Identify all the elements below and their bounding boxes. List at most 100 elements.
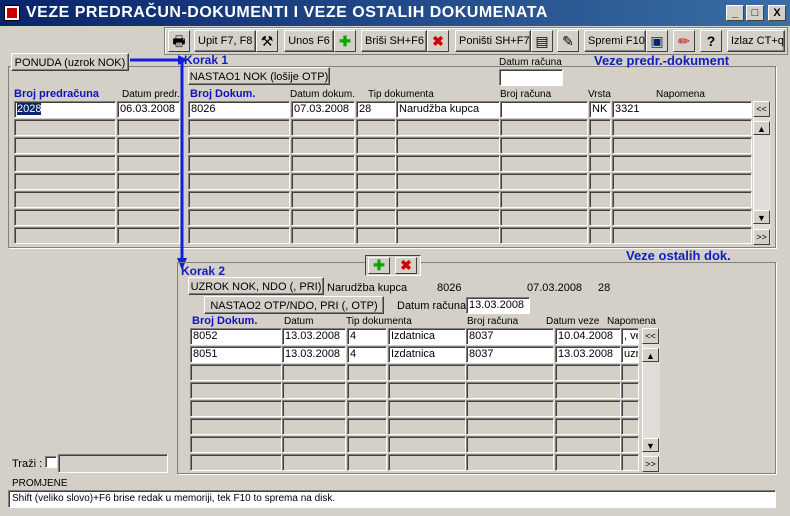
- first-record-icon-2[interactable]: <<: [642, 328, 659, 344]
- grid-cell-broj_pred[interactable]: [14, 137, 116, 154]
- query-button[interactable]: Upit F7, F8: [194, 30, 256, 52]
- grid2-cell-napomena[interactable]: uzr: [621, 346, 639, 363]
- grid-cell-broj_pred[interactable]: [14, 191, 116, 208]
- grid2-cell-tip[interactable]: [388, 364, 466, 381]
- exit-button[interactable]: Izlaz CT+q: [727, 30, 785, 52]
- cancel-form-icon[interactable]: ▤: [531, 30, 553, 52]
- grid2-cell-datum[interactable]: 13.03.2008: [282, 328, 346, 345]
- grid-cell-napomena[interactable]: [612, 227, 752, 244]
- grid2-cell-tip_kod[interactable]: [347, 418, 387, 435]
- grid2-cell-broj_dok[interactable]: [190, 364, 282, 381]
- floppy-disk-icon[interactable]: ▣: [646, 30, 668, 52]
- maximize-button[interactable]: □: [746, 5, 764, 21]
- grid2-cell-napomena[interactable]: [621, 418, 639, 435]
- grid-cell-vrsta[interactable]: [589, 137, 611, 154]
- grid-cell-broj_pred[interactable]: [14, 227, 116, 244]
- grid-cell-tip[interactable]: [396, 173, 500, 190]
- grid-cell-tip_kod[interactable]: [356, 209, 396, 226]
- grid2-cell-tip_kod[interactable]: 4: [347, 346, 387, 363]
- nastao1-button[interactable]: NASTAO1 NOK (lošije OTP): [188, 67, 330, 85]
- grid-cell-napomena[interactable]: [612, 173, 752, 190]
- edit-form-icon[interactable]: ✎: [557, 30, 579, 52]
- grid-cell-datum_pred[interactable]: [117, 155, 180, 172]
- grid2-cell-broj_dok[interactable]: [190, 454, 282, 471]
- grid2-cell-datum[interactable]: [282, 400, 346, 417]
- ponuda-button[interactable]: PONUDA (uzrok NOK): [11, 53, 129, 71]
- grid2-cell-napomena[interactable]: [621, 400, 639, 417]
- grid-cell-broj_dok[interactable]: [188, 227, 290, 244]
- grid2-cell-broj_rac[interactable]: [466, 400, 554, 417]
- grid-cell-tip_kod[interactable]: [356, 191, 396, 208]
- grid2-cell-broj_dok[interactable]: 8052: [190, 328, 282, 345]
- grid-cell-datum_dok[interactable]: [291, 119, 355, 136]
- scroll-up-icon-2[interactable]: ▲: [642, 348, 659, 362]
- grid-cell-vrsta[interactable]: [589, 209, 611, 226]
- grid-cell-datum_dok[interactable]: [291, 155, 355, 172]
- grid2-cell-datum[interactable]: [282, 364, 346, 381]
- grid-cell-tip[interactable]: [396, 227, 500, 244]
- grid-cell-broj_dok[interactable]: 8026: [188, 101, 290, 118]
- grid-cell-tip[interactable]: [396, 119, 500, 136]
- grid-cell-vrsta[interactable]: [589, 119, 611, 136]
- grid-cell-tip[interactable]: [396, 191, 500, 208]
- grid-cell-broj_rac[interactable]: [500, 227, 588, 244]
- grid2-cell-datum_veze[interactable]: [555, 454, 621, 471]
- grid2-cell-tip_kod[interactable]: [347, 364, 387, 381]
- grid-cell-broj_rac[interactable]: [500, 209, 588, 226]
- grid-cell-tip_kod[interactable]: [356, 155, 396, 172]
- help-button[interactable]: ?: [700, 30, 722, 52]
- grid2-cell-tip_kod[interactable]: 4: [347, 328, 387, 345]
- search-checkbox[interactable]: [45, 456, 57, 468]
- grid2-cell-broj_rac[interactable]: [466, 418, 554, 435]
- grid2-cell-broj_rac[interactable]: 8037: [466, 346, 554, 363]
- grid-cell-broj_dok[interactable]: [188, 209, 290, 226]
- grid-cell-broj_dok[interactable]: [188, 137, 290, 154]
- grid2-cell-napomena[interactable]: [621, 436, 639, 453]
- close-button[interactable]: X: [768, 5, 786, 21]
- grid2-cell-datum_veze[interactable]: [555, 436, 621, 453]
- grid2-cell-datum[interactable]: 13.03.2008: [282, 346, 346, 363]
- grid2-cell-napomena[interactable]: [621, 382, 639, 399]
- grid-cell-tip_kod[interactable]: [356, 173, 396, 190]
- grid2-cell-napomena[interactable]: [621, 454, 639, 471]
- grid-cell-vrsta[interactable]: [589, 173, 611, 190]
- grid-cell-tip[interactable]: [396, 209, 500, 226]
- last-record-icon[interactable]: >>: [753, 229, 770, 245]
- first-record-icon[interactable]: <<: [753, 101, 770, 117]
- delete-x-icon[interactable]: ✖: [427, 30, 449, 52]
- print-icon[interactable]: 🖶: [168, 30, 190, 52]
- insert-button[interactable]: Unos F6: [284, 30, 334, 52]
- pencil-icon[interactable]: ✏: [673, 30, 695, 52]
- grid2-cell-tip[interactable]: Izdatnica: [388, 346, 466, 363]
- grid2-cell-broj_dok[interactable]: 8051: [190, 346, 282, 363]
- grid2-cell-datum_veze[interactable]: [555, 400, 621, 417]
- grid-cell-datum_dok[interactable]: [291, 137, 355, 154]
- grid-cell-datum_dok[interactable]: 07.03.2008: [291, 101, 355, 118]
- grid-cell-broj_pred[interactable]: [14, 173, 116, 190]
- scroll-up-icon[interactable]: ▲: [753, 121, 770, 135]
- grid-cell-broj_rac[interactable]: [500, 191, 588, 208]
- add-row-icon[interactable]: ✚: [368, 257, 390, 274]
- grid2-cell-tip_kod[interactable]: [347, 436, 387, 453]
- grid2-cell-tip[interactable]: Izdatnica: [388, 328, 466, 345]
- grid2-cell-datum[interactable]: [282, 436, 346, 453]
- grid-cell-napomena[interactable]: 3321: [612, 101, 752, 118]
- grid-cell-vrsta[interactable]: [589, 155, 611, 172]
- grid-cell-broj_pred[interactable]: [14, 119, 116, 136]
- grid2-cell-broj_dok[interactable]: [190, 400, 282, 417]
- grid-cell-broj_rac[interactable]: [500, 155, 588, 172]
- grid2-cell-datum_veze[interactable]: 13.03.2008: [555, 346, 621, 363]
- grid-cell-vrsta[interactable]: NK: [589, 101, 611, 118]
- grid2-cell-tip[interactable]: [388, 436, 466, 453]
- grid2-cell-datum[interactable]: [282, 418, 346, 435]
- grid-cell-broj_dok[interactable]: [188, 155, 290, 172]
- grid-cell-broj_rac[interactable]: [500, 173, 588, 190]
- grid-cell-broj_dok[interactable]: [188, 191, 290, 208]
- grid2-cell-tip[interactable]: [388, 382, 466, 399]
- grid-cell-vrsta[interactable]: [589, 191, 611, 208]
- grid-cell-broj_pred[interactable]: 2028: [14, 101, 116, 118]
- grid-cell-tip_kod[interactable]: 28: [356, 101, 396, 118]
- scroll-down-icon[interactable]: ▼: [753, 210, 770, 224]
- grid2-cell-broj_rac[interactable]: 8037: [466, 328, 554, 345]
- grid2-cell-broj_rac[interactable]: [466, 436, 554, 453]
